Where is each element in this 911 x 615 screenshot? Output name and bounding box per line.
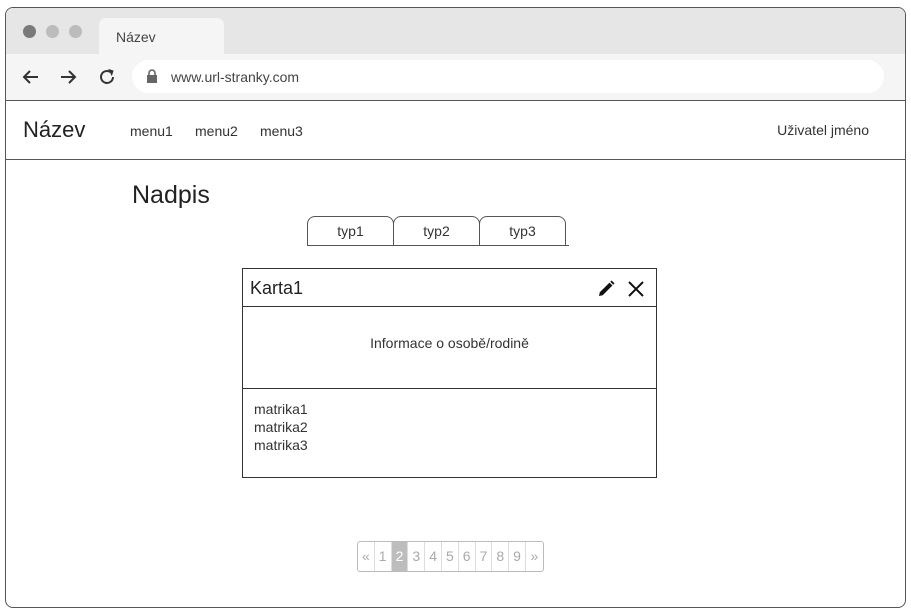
card-info-text: Informace o osobě/rodině <box>370 335 529 351</box>
menu-item-3[interactable]: menu3 <box>260 123 303 139</box>
title-bar: Název <box>6 8 905 54</box>
arrow-right-icon[interactable] <box>57 66 79 88</box>
card-title: Karta1 <box>250 278 304 298</box>
user-name-link[interactable]: Uživatel jméno <box>777 122 869 138</box>
card-item-list: matrika1 matrika2 matrika3 <box>254 400 308 454</box>
menu-item-1[interactable]: menu1 <box>130 123 173 139</box>
list-item[interactable]: matrika2 <box>254 418 308 436</box>
menu-item-2[interactable]: menu2 <box>195 123 238 139</box>
pagination-next[interactable]: » <box>526 542 543 571</box>
page-title: Nadpis <box>132 181 210 209</box>
list-item[interactable]: matrika1 <box>254 400 308 418</box>
pencil-icon[interactable] <box>597 280 615 298</box>
pagination-prev[interactable]: « <box>358 542 375 571</box>
address-bar: www.url-stranky.com <box>6 54 905 101</box>
reload-icon[interactable] <box>96 66 118 88</box>
tab-typ1[interactable]: typ1 <box>307 216 394 246</box>
pagination-page[interactable]: 3 <box>408 542 426 571</box>
url-text: www.url-stranky.com <box>171 69 300 85</box>
browser-tab[interactable]: Název <box>99 18 224 54</box>
pagination-page[interactable]: 7 <box>476 542 493 571</box>
page-header: Název menu1 menu2 menu3 Uživatel jméno <box>6 101 905 160</box>
card-header: Karta1 <box>243 269 656 307</box>
card-info-section: Informace o osobě/rodině <box>243 307 656 389</box>
type-tabs: typ1 typ2 typ3 <box>307 216 566 246</box>
list-item[interactable]: matrika3 <box>254 436 308 454</box>
window-minimize-dot[interactable] <box>46 25 59 38</box>
pagination-page[interactable]: 6 <box>459 542 476 571</box>
pagination-page-active[interactable]: 2 <box>391 542 409 571</box>
arrow-left-icon[interactable] <box>20 66 42 88</box>
tab-typ3[interactable]: typ3 <box>479 216 566 246</box>
record-card: Karta1 Informace o osobě/rodině matrika1… <box>242 268 657 478</box>
pagination-page[interactable]: 4 <box>425 542 442 571</box>
tabs-divider <box>307 245 569 246</box>
pagination-page[interactable]: 1 <box>375 542 392 571</box>
pagination-page[interactable]: 5 <box>442 542 459 571</box>
url-input[interactable]: www.url-stranky.com <box>132 60 884 93</box>
close-icon[interactable] <box>627 280 645 298</box>
window-maximize-dot[interactable] <box>69 25 82 38</box>
window-close-dot[interactable] <box>23 25 36 38</box>
lock-icon <box>145 69 159 83</box>
brand-logo[interactable]: Název <box>23 117 85 143</box>
pagination-page[interactable]: 8 <box>492 542 510 571</box>
tab-typ2[interactable]: typ2 <box>393 216 480 246</box>
pagination: « 1 2 3 4 5 6 7 8 9 » <box>357 541 544 572</box>
pagination-page[interactable]: 9 <box>509 542 526 571</box>
